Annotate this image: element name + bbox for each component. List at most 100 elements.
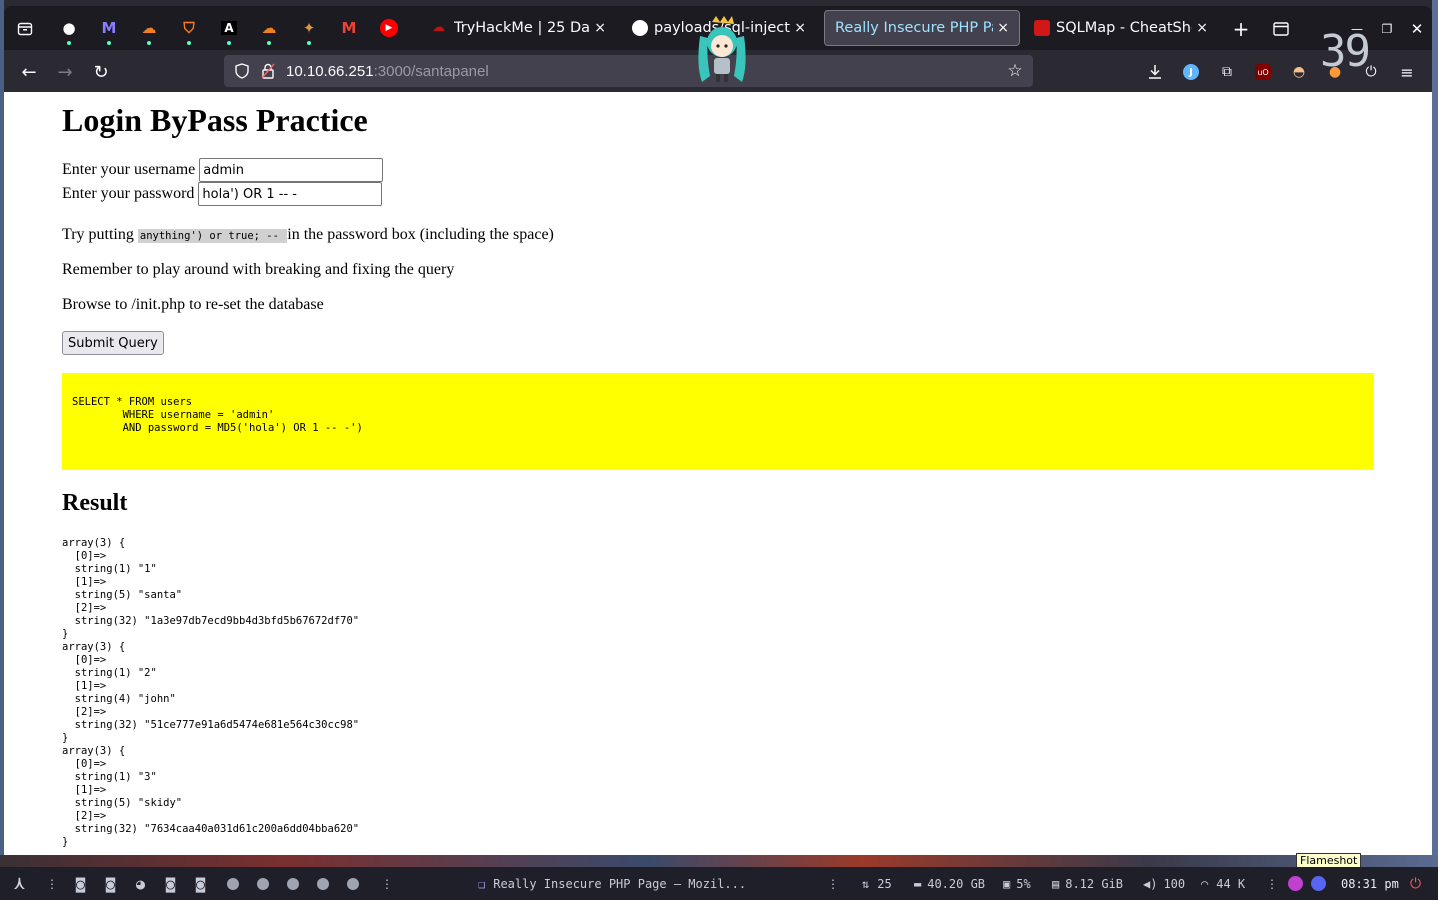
arch-icon: A: [221, 21, 237, 35]
reload-button[interactable]: ↻: [88, 59, 114, 85]
pinned-tab-arch[interactable]: A: [211, 13, 247, 45]
workspace-4-icon[interactable]: ◙: [166, 867, 175, 900]
new-tab-button[interactable]: +: [1228, 16, 1254, 42]
username-row: Enter your username: [62, 158, 384, 182]
pinned-tab-youtube[interactable]: ▶: [371, 13, 407, 43]
sql-query-text: SELECT * FROM users WHERE username = 'ad…: [72, 396, 363, 434]
menu-dots-icon[interactable]: ⋮: [1266, 867, 1278, 900]
url-text: 10.10.66.251:3000/santapanel: [286, 63, 489, 80]
window-close-icon[interactable]: ✕: [1404, 16, 1430, 42]
password-label: Enter your password: [62, 185, 195, 202]
browse-paragraph: Browse to /init.php to re-set the databa…: [62, 296, 324, 313]
tab-title: Really Insecure PHP Page: [835, 20, 993, 36]
tab-tryhackme[interactable]: ☁ TryHackMe | 25 Days of ×: [422, 10, 616, 46]
ublock-origin-icon[interactable]: uO: [1252, 61, 1274, 83]
cloud-icon: ☁: [261, 19, 277, 37]
pinned-tab-proton-mail[interactable]: M: [91, 13, 127, 45]
close-tab-icon[interactable]: ×: [594, 20, 606, 36]
updates-icon: ⇅: [862, 876, 870, 891]
workspace-2-icon[interactable]: ◙: [106, 867, 115, 900]
taskbar: ⋏ ⋮ ◙ ◙ ◕ ◙ ◙ ⋮ ❏ Really Insecure PHP Pa…: [0, 867, 1438, 900]
close-tab-icon[interactable]: ×: [794, 20, 806, 36]
pinned-tab-github[interactable]: ●: [51, 13, 87, 45]
network-value: 44 K: [1216, 876, 1246, 891]
submit-query-button[interactable]: Submit Query: [62, 331, 164, 355]
volume-icon: ◀): [1143, 876, 1158, 891]
clock[interactable]: 08:31 pm: [1341, 867, 1399, 900]
workspace-3-icon[interactable]: ◕: [136, 867, 145, 900]
url-host: 10.10.66.251: [286, 62, 374, 80]
wifi-icon: ◠: [1201, 876, 1209, 891]
insecure-lock-icon[interactable]: [260, 63, 276, 79]
back-button[interactable]: ←: [16, 59, 42, 85]
menu-hamburger-icon[interactable]: ≡: [1396, 61, 1418, 83]
window-icon: ❏: [478, 876, 486, 891]
updates-count: 25: [877, 876, 892, 891]
workspace-7-dot[interactable]: [257, 867, 269, 900]
tryhackme-icon: ☁: [432, 20, 445, 35]
cpu-widget[interactable]: ▣ 5%: [1003, 867, 1031, 900]
wallpaper-right: [1432, 0, 1438, 900]
discord-tray-icon[interactable]: [1311, 867, 1326, 900]
flameshot-tooltip: Flameshot: [1296, 853, 1362, 868]
pinned-tab-cloud[interactable]: ☁: [131, 13, 167, 45]
pinned-tab-gmail[interactable]: M: [331, 13, 367, 43]
menu-dots-icon[interactable]: ⋮: [381, 867, 393, 900]
network-widget[interactable]: ◠ 44 K: [1201, 867, 1245, 900]
active-window-task[interactable]: ❏ Really Insecure PHP Page — Mozil...: [478, 867, 746, 900]
power-icon[interactable]: ⏻: [1410, 867, 1421, 900]
volume-value: 100: [1163, 876, 1186, 891]
password-row: Enter your password: [62, 182, 383, 206]
updates-widget[interactable]: ⇅ 25: [862, 867, 892, 900]
tab-really-insecure-php-page[interactable]: Really Insecure PHP Page ×: [824, 10, 1020, 46]
flameshot-tray-icon[interactable]: [1288, 867, 1303, 900]
password-input[interactable]: [198, 182, 383, 206]
tab-sqlmap-cheatsheet[interactable]: SQLMap - CheatSheet ×: [1024, 10, 1218, 46]
cookie-extension-icon[interactable]: ◓: [1288, 61, 1310, 83]
list-all-tabs-icon[interactable]: [1268, 16, 1294, 42]
memory-widget[interactable]: ▤ 8.12 GiB: [1052, 867, 1123, 900]
close-tab-icon[interactable]: ×: [997, 20, 1009, 36]
firefox-view-icon[interactable]: [12, 16, 38, 42]
robot-icon: ✦: [302, 19, 316, 37]
shield-icon: ⛉: [183, 19, 195, 37]
pinned-tab-cloud-2[interactable]: ☁: [251, 13, 287, 45]
overlay-clock-widget: 39: [1320, 26, 1371, 77]
tracking-protection-icon[interactable]: [234, 63, 250, 79]
volume-widget[interactable]: ◀) 100: [1143, 867, 1185, 900]
result-heading: Result: [62, 490, 128, 516]
workspace-9-dot[interactable]: [317, 867, 329, 900]
youtube-icon: ▶: [380, 19, 398, 37]
github-icon: [632, 20, 648, 36]
launcher-icon[interactable]: ⋏: [14, 867, 25, 900]
disk-widget[interactable]: ▬ 40.20 GB: [914, 867, 985, 900]
username-input[interactable]: [199, 158, 384, 182]
cpu-icon: ▣: [1003, 876, 1011, 891]
url-path: :3000/santapanel: [373, 62, 489, 80]
address-bar[interactable]: 10.10.66.251:3000/santapanel ☆: [224, 55, 1033, 87]
close-tab-icon[interactable]: ×: [1196, 20, 1208, 36]
workspace-6-dot[interactable]: [227, 867, 239, 900]
hint-paragraph: Try putting anything') or true; -- in th…: [62, 226, 554, 244]
pinned-tab-robot[interactable]: ✦: [291, 13, 327, 45]
proton-mail-icon: M: [101, 19, 117, 37]
menu-dots-icon[interactable]: ⋮: [827, 867, 839, 900]
tab-title: SQLMap - CheatSheet: [1056, 20, 1192, 36]
workspace-8-dot[interactable]: [287, 867, 299, 900]
extensions-puzzle-icon[interactable]: ⧉: [1216, 61, 1238, 83]
bookmark-star-icon[interactable]: ☆: [1005, 61, 1025, 81]
wallpaper-bottom: [0, 855, 1438, 867]
workspace-5-icon[interactable]: ◙: [196, 867, 205, 900]
workspace-10-dot[interactable]: [347, 867, 359, 900]
forward-button[interactable]: →: [52, 59, 78, 85]
pinned-tab-shield[interactable]: ⛉: [171, 13, 207, 45]
tab-title: TryHackMe | 25 Days of: [454, 20, 591, 36]
remember-paragraph: Remember to play around with breaking an…: [62, 261, 455, 278]
workspace-1-icon[interactable]: ◙: [76, 867, 85, 900]
menu-dots-icon[interactable]: ⋮: [46, 867, 58, 900]
restore-icon[interactable]: ❐: [1374, 16, 1400, 42]
page-content: Login ByPass Practice Enter your usernam…: [4, 92, 1432, 855]
github-icon: ●: [62, 19, 76, 37]
account-avatar-icon[interactable]: J: [1180, 61, 1202, 83]
downloads-icon[interactable]: [1144, 61, 1166, 83]
